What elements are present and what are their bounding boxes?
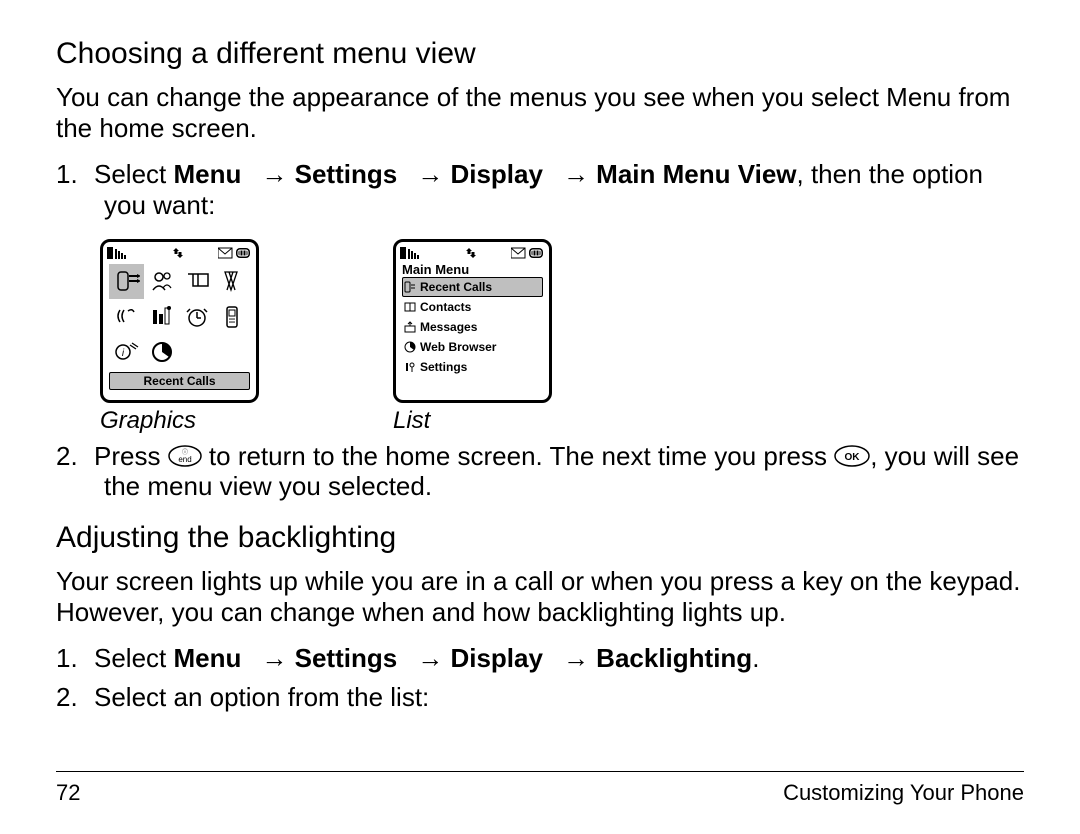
backlighting-keyword: Backlighting — [596, 643, 752, 673]
signal-icon — [400, 247, 430, 259]
settings-keyword: Settings — [295, 643, 398, 673]
intro-paragraph: You can change the appearance of the men… — [56, 82, 1024, 143]
signal-icon — [107, 247, 137, 259]
list-title: Main Menu — [396, 262, 549, 277]
step-text: Press — [94, 441, 168, 471]
menu-keyword: Menu — [174, 643, 242, 673]
list-item-settings: Settings — [402, 357, 543, 377]
page-footer: 72 Customizing Your Phone — [56, 771, 1024, 806]
manual-page: Choosing a different menu view You can c… — [0, 0, 1080, 834]
tools-icon — [404, 361, 416, 373]
grid-item-settings — [109, 299, 144, 334]
breadcrumb-arrow: → — [261, 159, 294, 189]
step-2: 2.Select an option from the list: — [56, 682, 1024, 713]
grid-item-phone — [215, 299, 250, 334]
breadcrumb-arrow: → — [261, 643, 294, 673]
list-item-label: Web Browser — [420, 338, 496, 356]
phone-list-icon — [404, 281, 416, 293]
ok-key-icon: OK — [834, 445, 870, 467]
end-key-icon: ⓘend — [168, 445, 202, 467]
graphics-view-example: i Recent Calls Graphics — [100, 239, 259, 435]
main-menu-view-keyword: Main Menu View — [596, 159, 796, 189]
breadcrumb-arrow: → — [417, 643, 450, 673]
grid-item-help: i — [109, 334, 144, 369]
steps-list-1b: 2.Press ⓘend to return to the home scree… — [56, 441, 1024, 502]
step-number: 2. — [56, 682, 94, 713]
graphics-icon-grid: i — [109, 264, 250, 370]
step-number: 1. — [56, 159, 94, 190]
graphics-selected-label: Recent Calls — [109, 372, 250, 390]
breadcrumb-arrow: → — [417, 159, 450, 189]
breadcrumb-arrow: → — [563, 159, 596, 189]
list-item-web-browser: Web Browser — [402, 337, 543, 357]
step-1: 1.Select Menu→ Settings→ Display→ Main M… — [56, 159, 1024, 220]
list-item-label: Settings — [420, 358, 467, 376]
list-item-messages: Messages — [402, 317, 543, 337]
grid-item-empty — [215, 334, 250, 369]
step-text: Select an option from the list: — [94, 682, 429, 712]
section-heading-backlighting: Adjusting the backlighting — [56, 520, 1024, 556]
list-item-label: Messages — [420, 318, 477, 336]
grid-item-empty — [180, 334, 215, 369]
list-item-label: Contacts — [420, 298, 471, 316]
step-text: to return to the home screen. The next t… — [202, 441, 835, 471]
step-2: 2.Press ⓘend to return to the home scree… — [56, 441, 1024, 502]
mail-battery-icons — [511, 247, 545, 259]
mail-battery-icons — [218, 247, 252, 259]
step-text: Select — [94, 159, 174, 189]
grid-item-alarm — [180, 299, 215, 334]
step-text: . — [752, 643, 759, 673]
step-text: Select — [94, 643, 174, 673]
status-bar — [396, 242, 549, 262]
breadcrumb-arrow: → — [563, 643, 596, 673]
list-item-contacts: Contacts — [402, 297, 543, 317]
outbox-icon — [404, 321, 416, 333]
section-heading-menu-view: Choosing a different menu view — [56, 36, 1024, 72]
screenshot-row: i Recent Calls Graphics — [100, 239, 1024, 435]
book-icon — [404, 301, 416, 313]
display-keyword: Display — [450, 643, 543, 673]
svg-text:OK: OK — [845, 452, 861, 463]
menu-keyword: Menu — [174, 159, 242, 189]
phone-screen-list: Main Menu Recent Calls Contacts Messages — [393, 239, 552, 403]
step-number: 1. — [56, 643, 94, 674]
grid-item-browser — [144, 334, 179, 369]
grid-item-messages — [180, 264, 215, 299]
step-number: 2. — [56, 441, 94, 472]
grid-item-tools — [144, 299, 179, 334]
page-number: 72 — [56, 780, 80, 806]
graphics-caption: Graphics — [100, 407, 259, 435]
list-caption: List — [393, 407, 552, 435]
grid-item-web — [215, 264, 250, 299]
intro-paragraph-2: Your screen lights up while you are in a… — [56, 566, 1024, 627]
list-item-label: Recent Calls — [420, 278, 492, 296]
list-items: Recent Calls Contacts Messages Web Brows… — [396, 277, 549, 377]
list-item-recent-calls: Recent Calls — [402, 277, 543, 297]
settings-keyword: Settings — [295, 159, 398, 189]
grid-item-recent-calls — [109, 264, 144, 299]
phone-screen-graphics: i Recent Calls — [100, 239, 259, 403]
list-view-example: Main Menu Recent Calls Contacts Messages — [393, 239, 552, 435]
status-bar — [103, 242, 256, 262]
svg-text:i: i — [122, 348, 125, 359]
svg-text:end: end — [178, 455, 191, 464]
data-arrows-icon — [466, 247, 476, 259]
grid-item-contacts — [144, 264, 179, 299]
display-keyword: Display — [450, 159, 543, 189]
steps-list-1: 1.Select Menu→ Settings→ Display→ Main M… — [56, 159, 1024, 220]
data-arrows-icon — [173, 247, 183, 259]
globe-icon — [404, 341, 416, 353]
steps-list-2: 1.Select Menu→ Settings→ Display→ Backli… — [56, 643, 1024, 712]
step-1: 1.Select Menu→ Settings→ Display→ Backli… — [56, 643, 1024, 674]
chapter-title: Customizing Your Phone — [783, 780, 1024, 806]
